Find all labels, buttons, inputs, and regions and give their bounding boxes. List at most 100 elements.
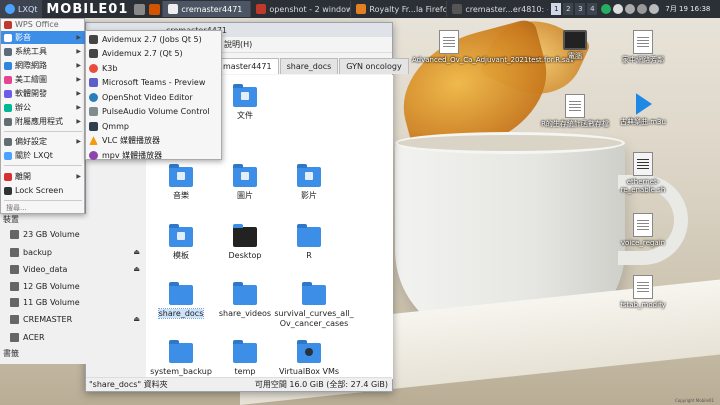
desktop-icon[interactable]: fstab_modify: [606, 275, 680, 309]
bluetooth-icon[interactable]: [625, 4, 636, 14]
menu-item-accessories[interactable]: 附屬應用程式 ▶: [1, 115, 85, 128]
taskbar-task[interactable]: cremaster4471: [162, 1, 251, 17]
eject-icon[interactable]: ⏏: [133, 265, 140, 273]
device-label: 23 GB Volume: [23, 229, 80, 239]
start-menu: WPS Office 影音 ▶ 系統工具 ▶ 網際網路 ▶ 美工繪圖 ▶ 軟體開…: [0, 18, 85, 214]
submenu-item-teams[interactable]: Microsoft Teams - Preview: [86, 76, 222, 91]
menu-item-development[interactable]: 軟體開發 ▶: [1, 87, 85, 100]
menu-item-office[interactable]: 辦公 ▶: [1, 101, 85, 114]
firefox-launcher-icon[interactable]: [149, 3, 161, 15]
folder-label: share_videos: [218, 309, 272, 318]
folder-item[interactable]: VirtualBox VMs: [274, 340, 344, 377]
folder-item[interactable]: system_backup: [146, 340, 216, 377]
desktop-icon[interactable]: Advanced_Ov_Ca_Adjuvant_2021test.for.R.s…: [412, 30, 574, 64]
status-free-space: 可用空間 16.0 GiB (全部: 27.4 GiB): [254, 380, 388, 389]
device-item[interactable]: backup ⏏: [10, 245, 140, 259]
menu-item-preferences[interactable]: 偏好設定 ▶: [1, 135, 85, 148]
taskbar-task[interactable]: Royalty Fr...la Firefox: [350, 1, 446, 17]
folder-icon: [233, 340, 257, 363]
desktop-icon[interactable]: R的生存統計函數存檔: [538, 94, 612, 128]
folder-label: VirtualBox VMs: [278, 367, 340, 376]
folder-item[interactable]: temp: [210, 340, 280, 377]
menu-separator: [4, 165, 82, 166]
device-item[interactable]: 23 GB Volume: [10, 227, 140, 241]
accessories-icon: [4, 117, 12, 126]
menu-item-label: 辦公: [15, 103, 31, 112]
clock[interactable]: 7月 19 16:38: [662, 4, 713, 14]
submenu-item-label: mpv 媒體播放器: [102, 150, 163, 160]
menu-item-label: 關於 LXQt: [15, 151, 53, 160]
desktop-switcher: 1 2 3 4: [550, 3, 598, 15]
power-icon[interactable]: [613, 4, 624, 14]
lxqt-logo-icon: [5, 4, 15, 14]
folder-item[interactable]: 影片: [274, 164, 344, 201]
submenu-item-qmmp[interactable]: Qmmp: [86, 119, 222, 134]
volume-icon[interactable]: [649, 4, 660, 14]
desktop-icon-label: 電腦: [568, 52, 582, 60]
folder-item[interactable]: 圖片: [210, 164, 280, 201]
menu-item-graphics[interactable]: 美工繪圖 ▶: [1, 73, 85, 86]
taskbar: LXQt MOBILE01 cremaster4471 openshot - 2…: [0, 0, 720, 18]
teams-icon: [89, 78, 98, 88]
folder-icon: [297, 340, 321, 363]
device-item[interactable]: ACER: [10, 330, 140, 344]
folder-icon: [169, 340, 193, 363]
submenu-item-k3b[interactable]: K3b: [86, 61, 222, 76]
vlc-icon: [89, 136, 98, 146]
device-item[interactable]: 12 GB Volume: [10, 279, 140, 293]
document-icon: [633, 275, 653, 299]
device-label: 12 GB Volume: [23, 281, 80, 291]
desktop-3-button[interactable]: 3: [575, 3, 586, 15]
menu-search-input[interactable]: [4, 203, 82, 213]
menu-item-system-tools[interactable]: 系統工具 ▶: [1, 45, 85, 58]
tab-gyn-oncology[interactable]: GYN oncology: [339, 58, 409, 74]
menu-item-internet[interactable]: 網際網路 ▶: [1, 59, 85, 72]
desktop-1-button[interactable]: 1: [551, 3, 562, 15]
update-icon[interactable]: [601, 4, 612, 14]
folder-item[interactable]: survival_curves_all_Ov_cancer_cases: [274, 282, 354, 328]
folder-icon: [297, 164, 321, 187]
menu-help[interactable]: 說明(H): [224, 39, 252, 50]
submenu-item-avidemux[interactable]: Avidemux 2.7 (Qt 5): [86, 47, 222, 62]
folder-item[interactable]: R: [274, 224, 344, 261]
show-desktop-icon[interactable]: [134, 3, 146, 15]
submenu-item-vlc[interactable]: VLC 媒體播放器: [86, 134, 222, 149]
folder-item[interactable]: share_docs: [146, 282, 216, 319]
taskbar-task[interactable]: openshot - 2 windows: [250, 1, 350, 17]
submenu-item-openshot[interactable]: OpenShot Video Editor: [86, 90, 222, 105]
network-icon[interactable]: [637, 4, 648, 14]
submenu-arrow-icon: ▶: [76, 104, 81, 111]
folder-item[interactable]: 模板: [146, 224, 216, 261]
window-icon: [168, 4, 179, 14]
desktop-icon[interactable]: 家中網路芳鄰: [606, 30, 680, 64]
tab-home[interactable]: master4471: [216, 58, 279, 74]
folder-label: 圖片: [237, 191, 253, 200]
eject-icon[interactable]: ⏏: [133, 248, 140, 256]
folder-item[interactable]: 音樂: [146, 164, 216, 201]
desktop-4-button[interactable]: 4: [587, 3, 598, 15]
desktop-icon[interactable]: 電腦: [538, 30, 612, 60]
menu-item-lock-screen[interactable]: Lock Screen: [1, 184, 85, 197]
submenu-item-avidemux-jobs[interactable]: Avidemux 2.7 (Jobs Qt 5): [86, 32, 222, 47]
folder-item[interactable]: share_videos: [210, 282, 280, 319]
folder-item[interactable]: Desktop: [210, 224, 280, 261]
submenu-item-pulseaudio[interactable]: PulseAudio Volume Control: [86, 105, 222, 120]
submenu-item-mpv[interactable]: mpv 媒體播放器: [86, 148, 222, 163]
eject-icon[interactable]: ⏏: [133, 315, 140, 323]
device-item[interactable]: 11 GB Volume: [10, 295, 140, 309]
device-item[interactable]: Video_data ⏏: [10, 262, 140, 276]
taskbar-task[interactable]: cremaster...er4810: ~: [446, 1, 548, 17]
start-menu-button[interactable]: LXQt: [0, 0, 43, 18]
desktop-icon[interactable]: ethernet-re_enable.sh: [606, 152, 680, 194]
menu-item-about-lxqt[interactable]: 關於 LXQt: [1, 149, 85, 162]
menu-item-wps[interactable]: WPS Office: [1, 19, 85, 30]
desktop-icon[interactable]: 古典樂曲.m3u: [606, 92, 680, 126]
menu-item-leave[interactable]: 離開 ▶: [1, 170, 85, 183]
drive-icon: [10, 332, 19, 342]
tab-share-docs[interactable]: share_docs: [279, 58, 339, 74]
desktop-icon[interactable]: voice_regain: [606, 213, 680, 247]
desktop-2-button[interactable]: 2: [563, 3, 574, 15]
drive-icon: [10, 264, 19, 274]
device-item[interactable]: CREMASTER ⏏: [10, 312, 140, 326]
menu-item-multimedia[interactable]: 影音 ▶: [1, 31, 85, 44]
